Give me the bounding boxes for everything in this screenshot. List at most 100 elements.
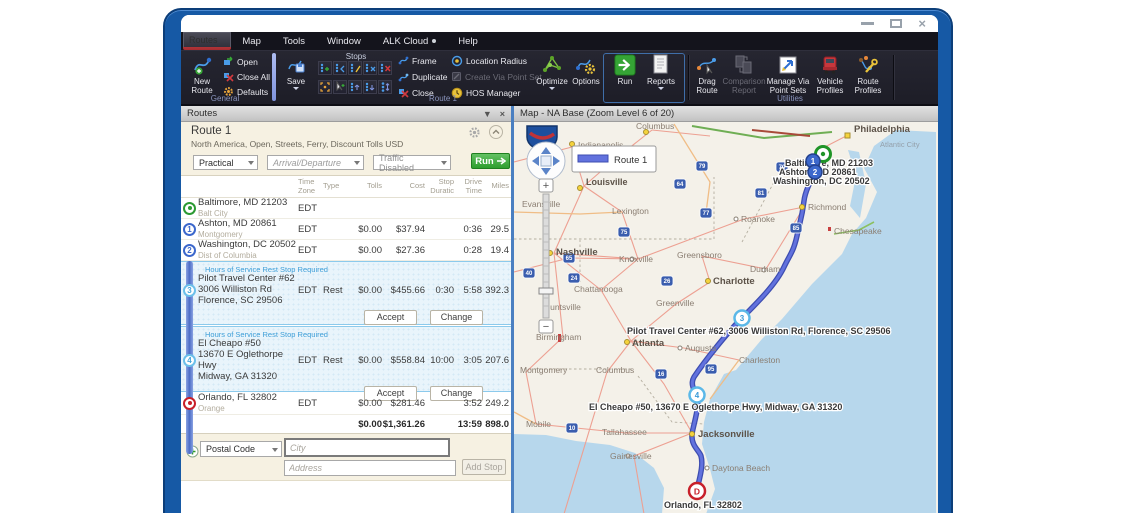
menu-help[interactable]: Help xyxy=(447,32,489,50)
stops-move-up-button[interactable] xyxy=(348,80,362,94)
vehicle-profiles-icon xyxy=(819,54,841,76)
map-label-columbus-ga: Columbus xyxy=(596,365,634,375)
svg-text:24: 24 xyxy=(571,276,578,282)
drag-route-button[interactable]: Drag Route xyxy=(690,54,724,95)
comparison-report-button: Comparison Report xyxy=(724,54,764,95)
vehicle-profiles-button[interactable]: Vehicle Profiles xyxy=(812,54,848,95)
hos-rest-stop-row[interactable]: Hours of Service Rest Stop Required 4 El… xyxy=(181,326,511,392)
map-label-atlantic-city: Atlantic City xyxy=(880,140,920,149)
menu-window[interactable]: Window xyxy=(316,32,372,50)
map-stop-label-4: El Cheapo #50, 13670 E Oglethorpe Hwy, M… xyxy=(589,402,842,412)
route-collapse-button[interactable] xyxy=(489,125,503,139)
svg-text:64: 64 xyxy=(677,182,684,188)
map-canvas[interactable]: 70 79 64 81 77 85 75 65 40 24 26 xyxy=(514,122,938,513)
maximize-button[interactable] xyxy=(890,19,902,28)
map-label-knoxville: Knoxville xyxy=(619,254,653,264)
stops-move-down-button[interactable] xyxy=(363,80,377,94)
svg-text:85: 85 xyxy=(793,226,800,232)
traffic-select[interactable]: Traffic Disabled xyxy=(373,155,451,170)
menu-routes[interactable]: Routes xyxy=(183,32,231,47)
svg-text:4: 4 xyxy=(695,391,700,400)
ribbon-group-route1: Save Stops xyxy=(278,51,686,104)
panel-menu-icon[interactable]: ▼ xyxy=(483,109,492,119)
routes-panel-titlebar: Routes ▼ × xyxy=(181,106,511,122)
city-input[interactable] xyxy=(284,438,450,457)
stops-edit-button[interactable] xyxy=(348,61,362,75)
optimize-button[interactable]: Optimize xyxy=(534,54,570,90)
stop-type-select[interactable]: Postal Code xyxy=(200,441,282,457)
route-settings-button[interactable] xyxy=(468,126,481,144)
routing-type-select[interactable]: Practical xyxy=(193,155,258,170)
optimize-caret-icon xyxy=(549,87,555,90)
svg-text:75: 75 xyxy=(621,230,628,236)
add-stop-section: Postal Code Add Stop xyxy=(181,434,511,481)
open-button[interactable]: Open xyxy=(223,56,258,67)
stop-4-marker-icon: 4 xyxy=(183,354,196,367)
svg-text:40: 40 xyxy=(526,271,533,277)
table-row[interactable]: 1 Ashton, MD 20861Montgomery EDT $0.00 $… xyxy=(181,219,511,240)
close-button[interactable]: × xyxy=(918,19,926,29)
map-label-louisville: Louisville xyxy=(586,177,628,187)
run-button[interactable]: Run xyxy=(607,54,643,86)
table-row[interactable]: Baltimore, MD 21203Balt City EDT xyxy=(181,198,511,219)
add-stop-button[interactable]: Add Stop xyxy=(462,459,506,475)
route-card: Route 1 North America, Open, Streets, Fe… xyxy=(181,122,511,513)
stops-reverse-button[interactable] xyxy=(333,61,347,75)
frame-button[interactable]: Frame xyxy=(398,55,437,66)
create-via-point-set-button: Create Via Point Set xyxy=(451,71,542,82)
accept-button[interactable]: Accept xyxy=(364,310,417,325)
map-label-augusta: Augusta xyxy=(685,343,716,353)
reports-caret-icon xyxy=(658,87,664,90)
panel-close-icon[interactable]: × xyxy=(500,109,505,119)
maximize-icon xyxy=(890,19,902,28)
stops-frame-button[interactable] xyxy=(318,80,332,94)
hos-rest-stop-row[interactable]: Hours of Service Rest Stop Required 3 Pi… xyxy=(181,261,511,325)
reports-button[interactable]: Reports xyxy=(643,54,679,90)
duplicate-button[interactable]: Duplicate xyxy=(398,71,447,82)
menu-tools[interactable]: Tools xyxy=(272,32,316,50)
map-legend[interactable]: Route 1 xyxy=(572,146,656,172)
map-label-gainesville: Gainesville xyxy=(610,451,652,461)
route-profiles-icon xyxy=(857,54,879,76)
svg-text:3: 3 xyxy=(740,314,745,323)
map-label-charleston: Charleston xyxy=(739,355,780,365)
stops-resequence-button[interactable] xyxy=(378,80,392,94)
ribbon-separator xyxy=(893,55,894,100)
menu-alk-cloud[interactable]: ALK Cloud xyxy=(372,32,447,50)
window-titlebar: × xyxy=(181,15,938,32)
map-label-daytona-beach: Daytona Beach xyxy=(712,463,770,473)
pan-center-icon xyxy=(541,156,551,166)
reports-icon xyxy=(651,54,671,76)
zoom-in-label: + xyxy=(543,180,549,192)
location-radius-button[interactable]: Location Radius xyxy=(451,55,527,67)
run-route-button[interactable]: Run xyxy=(471,153,510,169)
drag-route-icon xyxy=(696,54,718,76)
route-profiles-button[interactable]: Route Profiles xyxy=(850,54,886,95)
menu-map[interactable]: Map xyxy=(231,32,271,50)
arrival-departure-select[interactable]: Arrival/Departure xyxy=(267,155,364,170)
new-route-button[interactable]: New Route xyxy=(184,54,220,95)
svg-text:10: 10 xyxy=(569,426,576,432)
stops-pick-button[interactable] xyxy=(333,80,347,94)
map-marker-2: 2 xyxy=(808,165,822,179)
pan-control[interactable] xyxy=(527,142,565,180)
address-input[interactable] xyxy=(284,460,456,476)
ribbon: New Route Open Close All Defaults Gene xyxy=(181,50,938,106)
ribbon-separator xyxy=(688,55,689,100)
map-stop-label-destination: Orlando, FL 32802 xyxy=(664,500,742,510)
svg-text:95: 95 xyxy=(708,367,715,373)
save-button[interactable]: Save xyxy=(281,54,311,90)
stops-insert-button[interactable] xyxy=(318,61,332,75)
close-all-button[interactable]: Close All xyxy=(223,71,270,82)
table-row[interactable]: Orlando, FL 32802Orange EDT $0.00 $281.4… xyxy=(181,392,511,415)
options-button[interactable]: Options xyxy=(568,54,604,86)
stops-delete-button[interactable] xyxy=(363,61,377,75)
routes-panel: Routes ▼ × Route 1 North America, Open, … xyxy=(181,106,511,513)
minimize-button[interactable] xyxy=(861,22,874,25)
map-panel: Map - NA Base (Zoom Level 6 of 20) xyxy=(514,106,938,513)
change-button[interactable]: Change xyxy=(430,310,483,325)
manage-via-point-sets-button[interactable]: Manage Via Point Sets xyxy=(766,54,810,95)
stops-delete-all-button[interactable] xyxy=(378,61,392,75)
app-window: × File Routes Map Tools Window ALK Cloud… xyxy=(163,8,953,513)
table-row[interactable]: 2 Washington, DC 20502Dist of Columbia E… xyxy=(181,240,511,261)
